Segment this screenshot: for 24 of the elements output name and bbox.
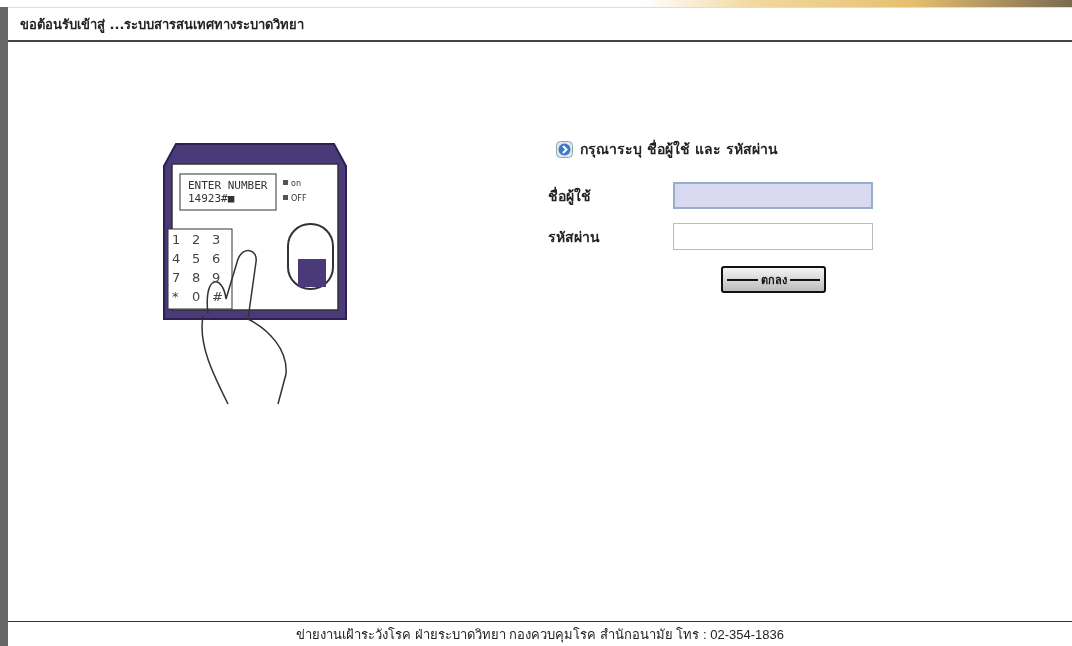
arrow-circle-icon	[556, 140, 573, 158]
field-label: รหัสผ่าน	[548, 227, 601, 247]
display-text: ENTER NUMBER	[188, 179, 268, 192]
key-label: 2	[192, 232, 201, 247]
indicator-label: OFF	[291, 194, 307, 203]
key-label: 3	[212, 232, 221, 247]
key-label: 7	[172, 270, 181, 285]
key-label: 4	[172, 251, 181, 266]
field-label: ชื่อผู้ใช้	[548, 185, 592, 207]
login-prompt: กรุณาระบุ ชื่อผู้ใช้ และ รหัสผ่าน	[580, 138, 778, 160]
input-field[interactable]	[673, 182, 873, 209]
page-title: ขอต้อนรับเข้าสู่ ...ระบบสารสนเทศทางระบาดวิทยา	[20, 15, 305, 35]
key-label: 6	[212, 251, 221, 266]
key-label: 0	[192, 289, 201, 304]
key-label: 1	[172, 232, 181, 247]
ok-button[interactable]: ตกลง	[721, 266, 826, 293]
key-label: 5	[192, 251, 201, 266]
key-label: *	[172, 289, 179, 304]
key-label: 8	[192, 270, 201, 285]
display-text: 14923#■	[188, 192, 235, 205]
key-label: #	[212, 289, 223, 304]
input-field[interactable]	[673, 223, 873, 250]
footer-text: ข่ายงานเฝ้าระวังโรค ฝ่ายระบาดวิทยา กองควบคุมโรค สำนักอนามัย โทร : 02-354-1836	[296, 625, 784, 645]
indicator-label: on	[291, 179, 301, 188]
